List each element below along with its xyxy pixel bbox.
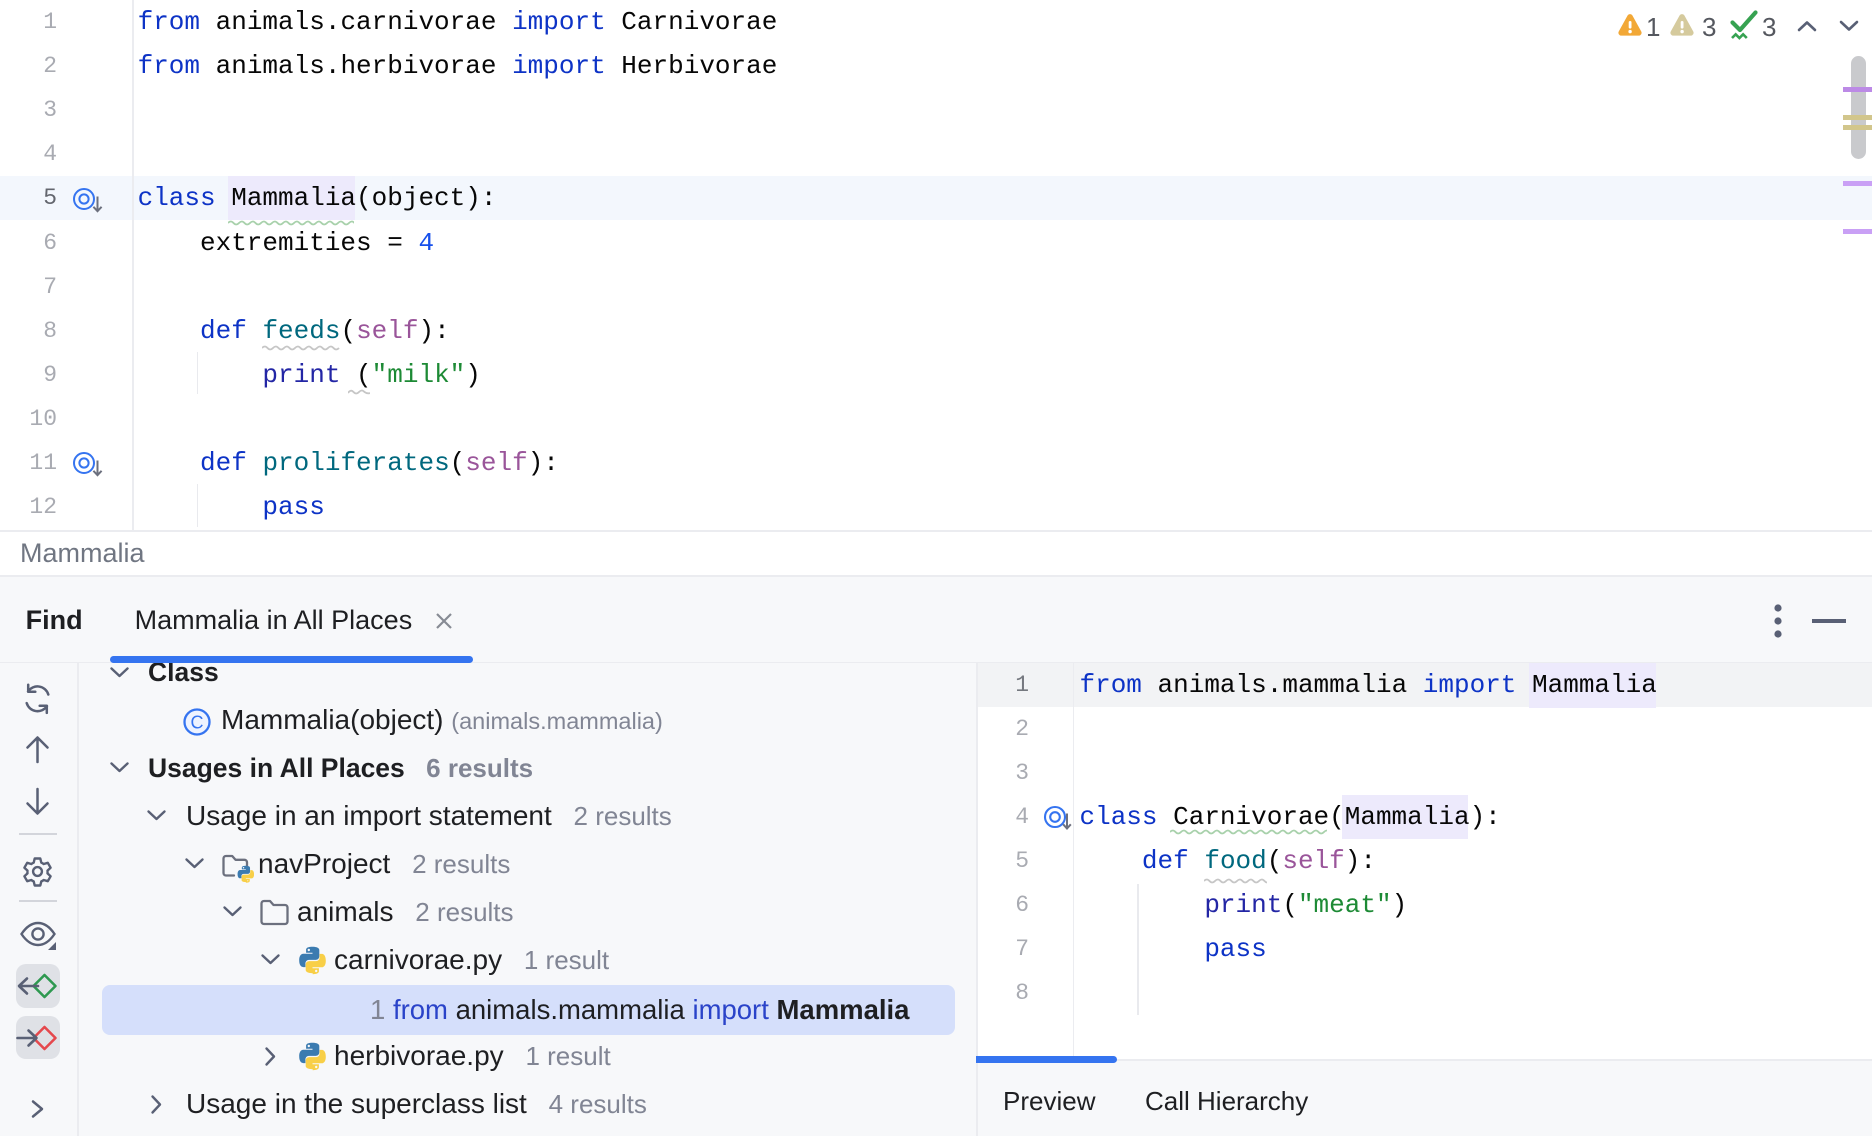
- svg-text:C: C: [191, 713, 204, 733]
